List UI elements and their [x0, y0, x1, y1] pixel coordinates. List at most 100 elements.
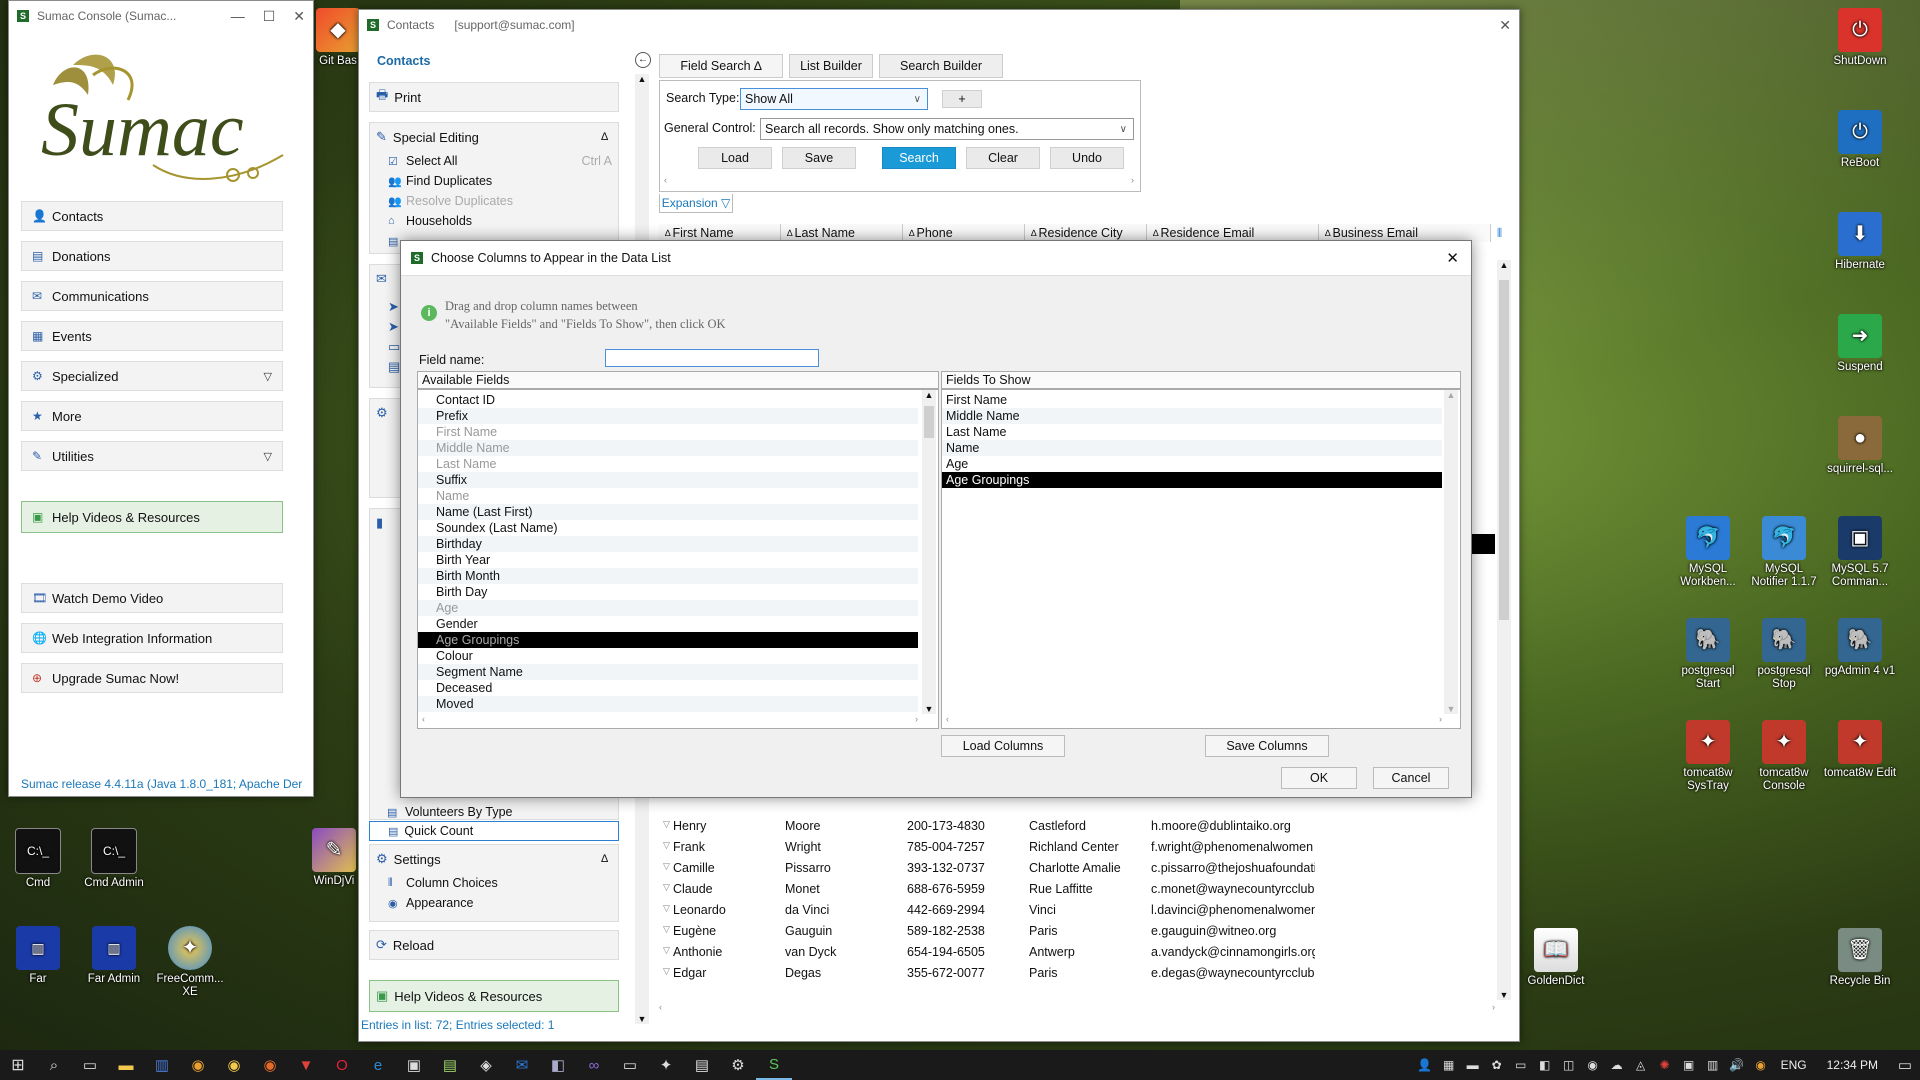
list-item[interactable]: First Name: [418, 424, 918, 440]
shutdowndesktop-icon[interactable]: ⏻ ShutDown: [1822, 8, 1898, 68]
hibernatedesktop-icon[interactable]: ⬇ Hibernate: [1822, 212, 1898, 272]
row-expand-icon[interactable]: ▽: [663, 924, 670, 935]
watch-demo-button[interactable]: 🎞 Watch Demo Video: [21, 583, 283, 613]
app-icon[interactable]: ◈: [468, 1050, 504, 1080]
scroll-down-icon[interactable]: ▼: [1497, 990, 1511, 1000]
tray-app-icon[interactable]: ▭: [1509, 1050, 1533, 1080]
windows-start-icon[interactable]: ⊞: [0, 1050, 36, 1080]
close-icon[interactable]: ✕: [1446, 249, 1459, 267]
row-expand-icon[interactable]: ▽: [663, 861, 670, 872]
notepad-icon[interactable]: ▤: [432, 1050, 468, 1080]
row-expand-icon[interactable]: ▽: [663, 840, 670, 851]
app-icon[interactable]: ▣: [396, 1050, 432, 1080]
search-hscroll[interactable]: ‹ ›: [664, 175, 1134, 185]
table-row[interactable]: ▽ Eugène Gauguin 589-182-2538 Paris e.gauguin…: [359, 921, 1495, 942]
cmd-desktop-icon[interactable]: C:\_ Cmd: [0, 828, 76, 890]
opera-icon[interactable]: O: [324, 1050, 360, 1080]
table-row[interactable]: ▽ Leonardo da Vinci 442-669-2994 Vinci l.davi…: [359, 900, 1495, 921]
scroll-right-icon[interactable]: ›: [1439, 714, 1442, 726]
nav-contacts-button[interactable]: 👤 Contacts: [21, 201, 283, 231]
list-item[interactable]: Last Name: [418, 456, 918, 472]
grid-desktop-icon[interactable]: ✦ tomcat8w SysTray: [1670, 720, 1746, 793]
tray-app-icon[interactable]: ▬: [1461, 1050, 1485, 1080]
scroll-down-icon[interactable]: ▼: [635, 1014, 649, 1024]
nav-donations-button[interactable]: ▤ Donations: [21, 241, 283, 271]
list-item[interactable]: Birth Month: [418, 568, 918, 584]
grid-desktop-icon[interactable]: ✦ tomcat8w Edit: [1822, 720, 1898, 780]
row-expand-icon[interactable]: ▽: [663, 882, 670, 893]
load-button[interactable]: Load: [698, 147, 772, 169]
chrome-icon[interactable]: ◉: [180, 1050, 216, 1080]
table-row[interactable]: ▽ Camille Pissarro 393-132-0737 Charlotte Am…: [359, 858, 1495, 879]
sumac-taskbar-icon[interactable]: S: [756, 1050, 792, 1080]
scroll-thumb[interactable]: [924, 406, 934, 438]
outlook-icon[interactable]: ✉: [504, 1050, 540, 1080]
minimize-icon[interactable]: —: [231, 8, 245, 25]
grid-desktop-icon[interactable]: 🐬 MySQL Workben...: [1670, 516, 1746, 589]
table-row[interactable]: ▽ Frank Wright 785-004-7257 Richland Center f…: [359, 837, 1495, 858]
list-item[interactable]: Name (Last First): [418, 504, 918, 520]
tray-app-icon[interactable]: ◉: [1749, 1050, 1773, 1080]
help-videos-button[interactable]: ▣ Help Videos & Resources: [369, 980, 619, 1012]
list-item[interactable]: Moved: [418, 696, 918, 712]
scroll-left-icon[interactable]: ‹: [664, 175, 667, 185]
people-icon[interactable]: 👤: [1413, 1050, 1437, 1080]
tray-app-icon[interactable]: ▣: [1677, 1050, 1701, 1080]
available-vscroll[interactable]: ▲ ▼: [922, 390, 936, 714]
grid-desktop-icon[interactable]: 🐘 pgAdmin 4 v1: [1822, 618, 1898, 678]
chrome-canary-icon[interactable]: ◉: [216, 1050, 252, 1080]
scroll-right-icon[interactable]: ›: [915, 714, 918, 726]
nav-specialized-button[interactable]: ⚙ Specialized ▽: [21, 361, 283, 391]
list-item[interactable]: Age Groupings: [942, 472, 1442, 488]
vivaldi-icon[interactable]: ▼: [288, 1050, 324, 1080]
scroll-up-icon[interactable]: ▲: [635, 74, 649, 84]
clear-button[interactable]: Clear: [966, 147, 1040, 169]
tab-list-builder[interactable]: List Builder: [789, 54, 873, 78]
list-item[interactable]: Contact ID: [418, 392, 918, 408]
print-button[interactable]: 🖶 Print: [369, 82, 619, 112]
upgrade-button[interactable]: ⊕ Upgrade Sumac Now!: [21, 663, 283, 693]
list-item[interactable]: Age Groupings: [418, 632, 918, 648]
scroll-up-icon[interactable]: ▲: [1497, 260, 1511, 270]
list-item[interactable]: Birthday: [418, 536, 918, 552]
show-hscroll[interactable]: ‹ ›: [946, 714, 1442, 726]
goldendict-desktop-icon[interactable]: 📖 GoldenDict: [1518, 928, 1594, 988]
list-item[interactable]: First Name: [942, 392, 1442, 408]
clock[interactable]: 12:34 PM: [1815, 1058, 1890, 1072]
list-item[interactable]: Birth Year: [418, 552, 918, 568]
list-item[interactable]: Colour: [418, 648, 918, 664]
available-hscroll[interactable]: ‹ ›: [422, 714, 918, 726]
save-button[interactable]: Save: [782, 147, 856, 169]
tray-app-icon[interactable]: ◧: [1533, 1050, 1557, 1080]
grid-desktop-icon[interactable]: 🐬 MySQL Notifier 1.1.7: [1746, 516, 1822, 589]
list-item[interactable]: Segment Name: [418, 664, 918, 680]
app-icon[interactable]: ✦: [648, 1050, 684, 1080]
visual-studio-icon[interactable]: ∞: [576, 1050, 612, 1080]
scroll-down-icon[interactable]: ▼: [922, 704, 936, 714]
app-icon[interactable]: ◧: [540, 1050, 576, 1080]
row-expand-icon[interactable]: ▽: [663, 945, 670, 956]
rebootdesktop-icon[interactable]: ⏻ ReBoot: [1822, 110, 1898, 170]
maximize-icon[interactable]: ☐: [263, 8, 276, 25]
column-chooser-icon[interactable]: ⫴: [1497, 226, 1502, 241]
scroll-down-icon[interactable]: ▼: [1444, 704, 1458, 714]
document-icon[interactable]: ▤: [684, 1050, 720, 1080]
find-duplicates-item[interactable]: 👥 Find Duplicates: [370, 171, 618, 191]
freecommander-desktop-icon[interactable]: ✦ FreeComm... XE: [152, 926, 228, 999]
tray-app-icon[interactable]: ◬: [1629, 1050, 1653, 1080]
cloud-icon[interactable]: ☁: [1605, 1050, 1629, 1080]
squirrel-sql-desktop-icon[interactable]: ● squirrel-sql...: [1822, 416, 1898, 476]
available-fields-list[interactable]: Contact ID Prefix First Name Middle Name Las…: [417, 389, 939, 729]
households-item[interactable]: ⌂ Households: [370, 211, 618, 231]
field-name-input[interactable]: [605, 349, 819, 367]
table-vscroll[interactable]: ▲ ▼: [1497, 260, 1511, 1000]
scroll-up-icon[interactable]: ▲: [922, 390, 936, 400]
scroll-left-icon[interactable]: ‹: [946, 714, 949, 726]
special-editing-header[interactable]: ✎ Special Editing ∆: [370, 123, 618, 151]
list-item[interactable]: Birth Day: [418, 584, 918, 600]
search-button[interactable]: Search: [882, 147, 956, 169]
task-view-icon[interactable]: ▭: [72, 1050, 108, 1080]
row-expand-icon[interactable]: ▽: [663, 819, 670, 830]
tray-app-icon[interactable]: ✿: [1485, 1050, 1509, 1080]
collapse-panel-icon[interactable]: ←: [635, 52, 651, 68]
